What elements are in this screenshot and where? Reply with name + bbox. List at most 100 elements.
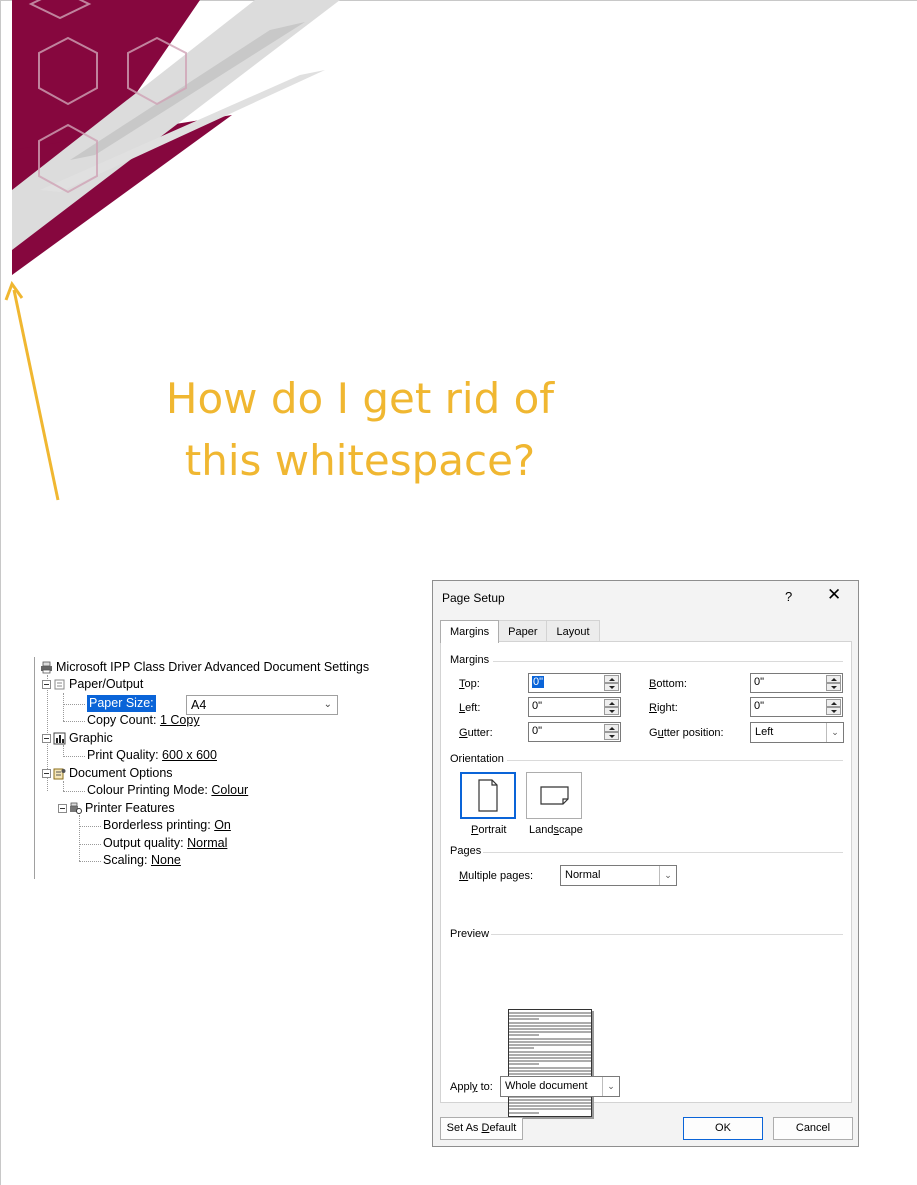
spin-up-icon[interactable]	[826, 675, 841, 683]
gutter-value: 0"	[532, 725, 543, 737]
help-button[interactable]: ?	[785, 589, 792, 604]
tab-layout[interactable]: Layout	[546, 620, 600, 642]
close-icon[interactable]: ✕	[827, 586, 841, 604]
set-as-default-button[interactable]: Set As Default	[440, 1117, 523, 1140]
divider	[493, 661, 843, 662]
cancel-button[interactable]: Cancel	[773, 1117, 853, 1140]
landscape-label: Landscape	[529, 824, 583, 836]
dialog-title: Page Setup	[442, 591, 505, 605]
output-quality-value[interactable]: Normal	[187, 835, 227, 852]
borderless-value[interactable]: On	[214, 817, 231, 834]
chevron-down-icon: ⌄	[602, 1077, 619, 1096]
portrait-icon	[478, 779, 498, 812]
collapse-icon[interactable]	[42, 769, 51, 778]
paper-tray-icon	[54, 679, 65, 690]
spin-down-icon[interactable]	[604, 683, 619, 691]
document-options-icon	[53, 768, 66, 780]
bottom-label: Bottom:	[649, 678, 687, 690]
tree-node-paper-size[interactable]: Paper Size:	[87, 695, 156, 712]
spin-up-icon[interactable]	[604, 699, 619, 707]
bottom-margin-input[interactable]: 0"	[750, 673, 843, 693]
paper-size-select[interactable]: A4 ⌄	[186, 695, 338, 715]
gutter-input[interactable]: 0"	[528, 722, 621, 742]
portrait-button[interactable]	[460, 772, 516, 819]
tree-node-paper-output[interactable]: Paper/Output	[42, 676, 143, 693]
landscape-button[interactable]	[526, 772, 582, 819]
tree-node-borderless[interactable]: Borderless printing: On	[103, 817, 231, 834]
collapse-icon[interactable]	[58, 804, 67, 813]
paper-size-label: Paper Size:	[87, 695, 156, 712]
tree-guide	[63, 721, 85, 722]
pages-group-label: Pages	[450, 845, 482, 857]
advanced-settings-tree: Microsoft IPP Class Driver Advanced Docu…	[34, 657, 374, 879]
graphic-label: Graphic	[69, 731, 113, 745]
collapse-icon[interactable]	[42, 680, 51, 689]
right-margin-value: 0"	[754, 700, 765, 712]
tab-paper[interactable]: Paper	[498, 620, 548, 642]
question-line-2: this whitespace?	[184, 436, 536, 485]
tree-node-colour-mode[interactable]: Colour Printing Mode: Colour	[87, 782, 248, 799]
scaling-label: Scaling:	[103, 853, 148, 867]
printer-features-icon	[70, 802, 82, 814]
tree-node-document-options[interactable]: Document Options	[42, 765, 173, 782]
spin-down-icon[interactable]	[826, 683, 841, 691]
tree-root-label: Microsoft IPP Class Driver Advanced Docu…	[56, 660, 370, 674]
corner-decoration	[12, 0, 340, 275]
yellow-arrow	[4, 280, 60, 501]
tree-guide	[79, 815, 80, 861]
tree-node-print-quality[interactable]: Print Quality: 600 x 600	[87, 747, 217, 764]
gutter-position-value: Left	[755, 726, 774, 738]
bottom-margin-value: 0"	[754, 676, 765, 688]
margins-panel: Margins Top: 0" Left: 0" Gutter: 0" Bott…	[440, 641, 852, 1117]
tree-guide	[63, 791, 85, 792]
printer-icon	[41, 661, 52, 674]
preview-lines	[509, 1012, 591, 1114]
tree-node-scaling[interactable]: Scaling: None	[103, 852, 181, 869]
tree-guide	[63, 693, 64, 721]
gutter-label: Gutter:	[459, 727, 493, 739]
preview-group-label: Preview	[450, 928, 490, 940]
tab-bar: Margins Paper Layout	[440, 620, 600, 643]
copy-count-label: Copy Count:	[87, 713, 157, 727]
tree-node-graphic[interactable]: Graphic	[42, 730, 113, 747]
tree-root[interactable]: Microsoft IPP Class Driver Advanced Docu…	[40, 659, 369, 676]
divider	[483, 852, 843, 853]
colour-mode-value[interactable]: Colour	[211, 782, 248, 799]
print-quality-value[interactable]: 600 x 600	[162, 747, 217, 764]
ok-button[interactable]: OK	[683, 1117, 763, 1140]
tab-margins[interactable]: Margins	[440, 620, 500, 643]
spin-up-icon[interactable]	[604, 675, 619, 683]
document-options-label: Document Options	[69, 766, 173, 780]
copy-count-value[interactable]: 1 Copy	[160, 712, 200, 729]
spin-down-icon[interactable]	[826, 707, 841, 715]
right-margin-input[interactable]: 0"	[750, 697, 843, 717]
apply-to-value: Whole document	[505, 1080, 588, 1092]
spin-down-icon[interactable]	[604, 732, 619, 740]
tree-node-printer-features[interactable]: Printer Features	[58, 800, 175, 817]
multiple-pages-label: Multiple pages:	[459, 870, 533, 882]
spin-up-icon[interactable]	[826, 699, 841, 707]
arrow-shaft	[12, 289, 60, 501]
tree-node-copy-count[interactable]: Copy Count: 1 Copy	[87, 712, 200, 729]
tree-guide	[63, 756, 85, 757]
top-margin-input[interactable]: 0"	[528, 673, 621, 693]
multiple-pages-select[interactable]: Normal ⌄	[560, 865, 677, 886]
printer-features-label: Printer Features	[85, 801, 175, 815]
tree-guide	[63, 704, 85, 705]
tree-node-output-quality[interactable]: Output quality: Normal	[103, 835, 227, 852]
gutter-position-label: Gutter position:	[649, 727, 724, 739]
spin-up-icon[interactable]	[604, 724, 619, 732]
apply-to-select[interactable]: Whole document ⌄	[500, 1076, 620, 1097]
scaling-value[interactable]: None	[151, 852, 181, 869]
top-margin-value: 0"	[532, 676, 545, 688]
paper-output-label: Paper/Output	[69, 677, 144, 691]
collapse-icon[interactable]	[42, 734, 51, 743]
colour-mode-label: Colour Printing Mode:	[87, 783, 208, 797]
paper-size-value: A4	[191, 698, 207, 712]
tree-guide	[63, 781, 64, 791]
left-margin-input[interactable]: 0"	[528, 697, 621, 717]
top-label: Top:	[459, 678, 480, 690]
gutter-position-select[interactable]: Left ⌄	[750, 722, 844, 743]
spin-down-icon[interactable]	[604, 707, 619, 715]
page-preview	[508, 1009, 592, 1117]
